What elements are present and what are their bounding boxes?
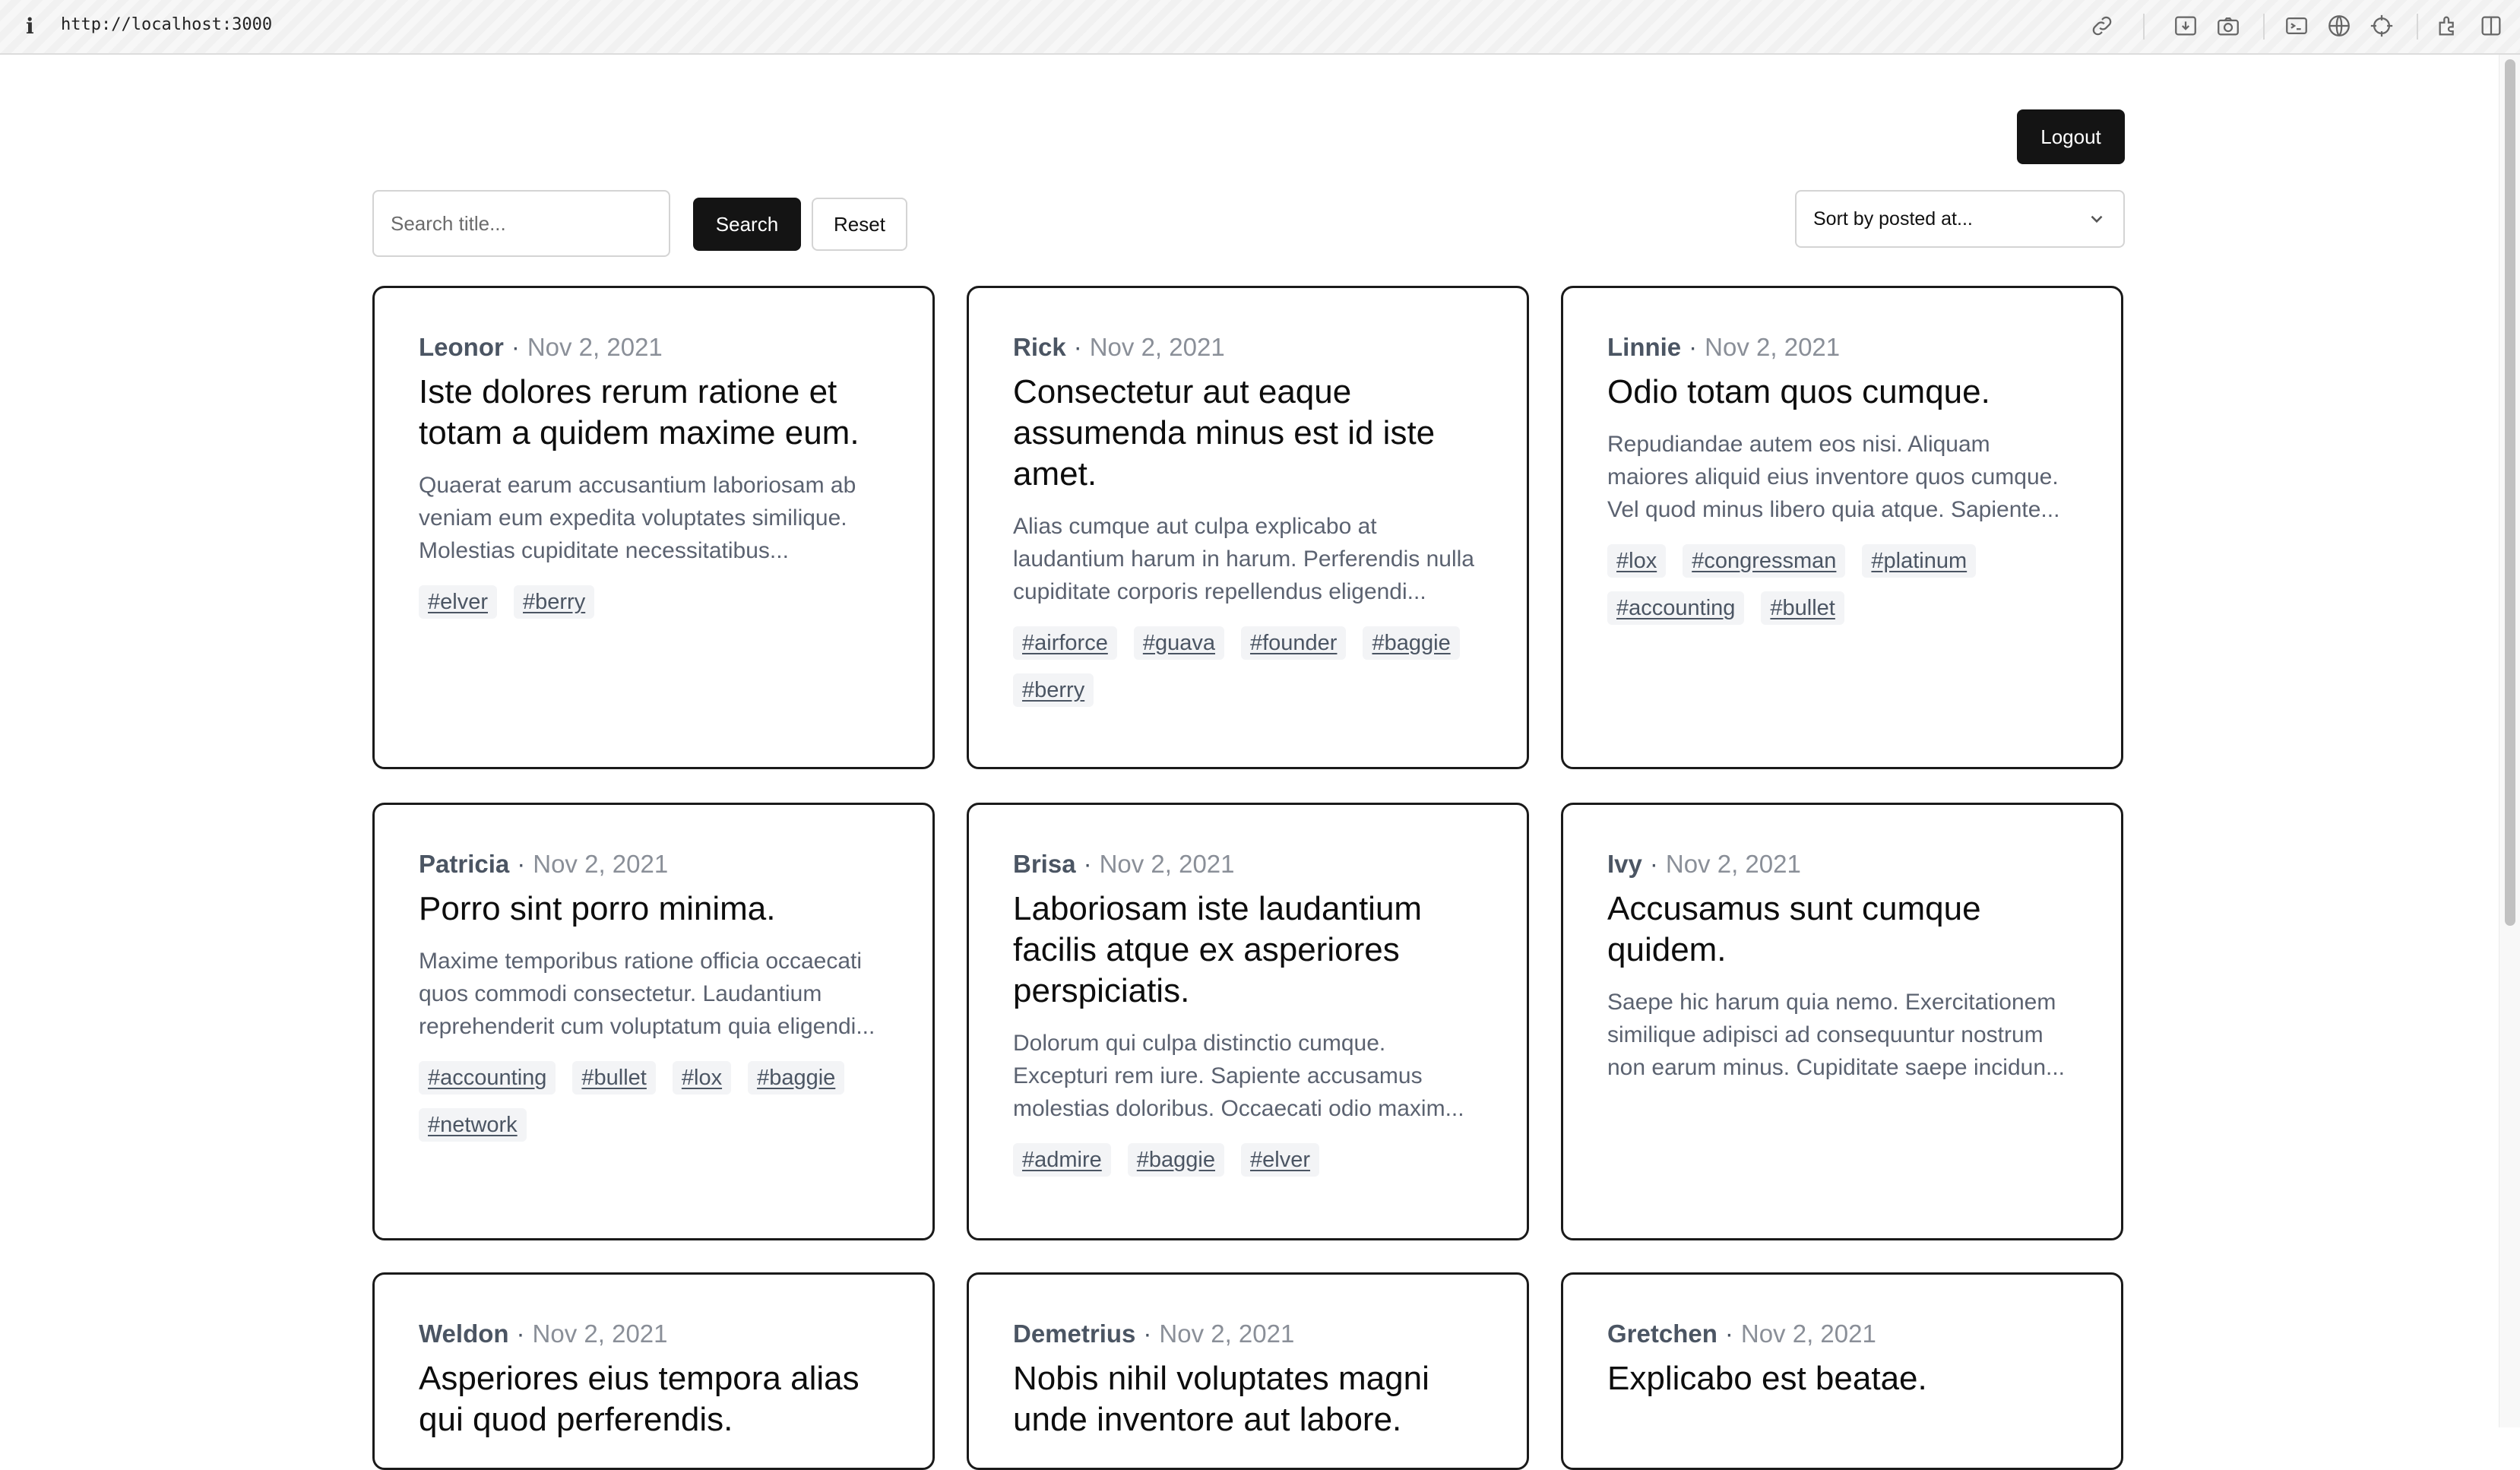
post-tag[interactable]: #berry xyxy=(514,585,595,619)
post-card[interactable]: Weldon · Nov 2, 2021 Asperiores eius tempo… xyxy=(372,1272,935,1470)
post-tag[interactable]: #guava xyxy=(1133,626,1224,660)
post-tags: #lox #congressman #platinum #accounting … xyxy=(1607,544,2077,625)
post-meta: Leonor · Nov 2, 2021 xyxy=(419,333,663,361)
post-tag[interactable]: #baggie xyxy=(748,1061,845,1095)
post-tag[interactable]: #lox xyxy=(672,1061,732,1095)
post-tag[interactable]: #baggie xyxy=(1363,626,1460,660)
toolbar-divider xyxy=(2263,14,2265,40)
post-tag[interactable]: #admire xyxy=(1013,1143,1111,1177)
post-date: Nov 2, 2021 xyxy=(1740,1320,1876,1348)
post-title[interactable]: Laboriosam iste laudantium facilis atque… xyxy=(1013,889,1483,1012)
post-author: Weldon xyxy=(419,1320,509,1348)
post-author: Ivy xyxy=(1607,850,1642,878)
post-card[interactable]: Patricia · Nov 2, 2021 Porro sint porro mi… xyxy=(372,803,935,1240)
post-tag[interactable]: #congressman xyxy=(1683,544,1846,578)
post-tags: #elver #berry xyxy=(419,585,888,619)
toolbar-divider xyxy=(2143,14,2145,40)
globe-icon[interactable] xyxy=(2324,11,2354,41)
post-card[interactable]: Rick · Nov 2, 2021 Consectetur aut eaque a… xyxy=(967,286,1529,769)
post-excerpt: Dolorum qui culpa distinctio cumque. Exc… xyxy=(1013,1031,1464,1121)
post-title[interactable]: Accusamus sunt cumque quidem. xyxy=(1607,889,2077,971)
post-author: Brisa xyxy=(1013,850,1076,878)
post-tag[interactable]: #accounting xyxy=(419,1061,556,1095)
post-date: Nov 2, 2021 xyxy=(527,333,663,361)
post-date: Nov 2, 2021 xyxy=(532,1320,668,1348)
reset-button[interactable]: Reset xyxy=(812,198,907,251)
post-title[interactable]: Iste dolores rerum ratione et totam a qu… xyxy=(419,372,888,454)
page-scrollbar[interactable] xyxy=(2499,55,2520,1427)
info-icon[interactable]: i xyxy=(26,14,34,39)
download-icon[interactable] xyxy=(2170,11,2201,41)
post-tag[interactable]: #network xyxy=(419,1108,527,1142)
post-meta: Rick · Nov 2, 2021 xyxy=(1013,333,1225,361)
post-date: Nov 2, 2021 xyxy=(1665,850,1801,878)
post-excerpt: Maxime temporibus ratione officia occaec… xyxy=(419,949,875,1039)
post-date: Nov 2, 2021 xyxy=(533,850,669,878)
post-card[interactable]: Brisa · Nov 2, 2021 Laboriosam iste laudan… xyxy=(967,803,1529,1240)
post-title[interactable]: Asperiores eius tempora alias qui quod p… xyxy=(419,1358,888,1440)
scrollbar-thumb[interactable] xyxy=(2505,59,2515,926)
post-card[interactable]: Gretchen · Nov 2, 2021 Explicabo est beata… xyxy=(1561,1272,2123,1470)
search-button[interactable]: Search xyxy=(693,198,801,251)
post-tag[interactable]: #berry xyxy=(1013,673,1094,707)
post-tag[interactable]: #platinum xyxy=(1862,544,1977,578)
post-tags: #accounting #bullet #lox #baggie #networ… xyxy=(419,1061,888,1142)
camera-icon[interactable] xyxy=(2213,11,2243,41)
link-icon[interactable] xyxy=(2087,11,2117,41)
address-bar-url[interactable]: http://localhost:3000 xyxy=(61,15,272,34)
post-tag[interactable]: #airforce xyxy=(1013,626,1117,660)
terminal-icon[interactable] xyxy=(2281,11,2312,41)
search-input[interactable] xyxy=(372,190,670,257)
post-card[interactable]: Leonor · Nov 2, 2021 Iste dolores rerum ra… xyxy=(372,286,935,769)
post-date: Nov 2, 2021 xyxy=(1159,1320,1295,1348)
post-title[interactable]: Consectetur aut eaque assumenda minus es… xyxy=(1013,372,1483,495)
toolbar-divider xyxy=(2417,14,2418,40)
post-title[interactable]: Porro sint porro minima. xyxy=(419,889,888,930)
post-tag[interactable]: #baggie xyxy=(1127,1143,1224,1177)
chevron-down-icon xyxy=(2091,215,2103,223)
post-meta: Weldon · Nov 2, 2021 xyxy=(419,1320,668,1348)
post-author: Leonor xyxy=(419,333,504,361)
post-author: Patricia xyxy=(419,850,510,878)
sort-select[interactable]: Sort by posted at... xyxy=(1795,190,2125,248)
post-title[interactable]: Odio totam quos cumque. xyxy=(1607,372,2077,413)
post-card[interactable]: Ivy · Nov 2, 2021 Accusamus sunt cumque qu… xyxy=(1561,803,2123,1240)
post-excerpt: Saepe hic harum quia nemo. Exercitatione… xyxy=(1607,990,2066,1080)
post-tags: #airforce #guava #founder #baggie #berry xyxy=(1013,626,1483,707)
post-tag[interactable]: #founder xyxy=(1240,626,1347,660)
post-excerpt: Alias cumque aut culpa explicabo at laud… xyxy=(1013,514,1474,604)
post-tag[interactable]: #bullet xyxy=(572,1061,656,1095)
post-meta: Demetrius · Nov 2, 2021 xyxy=(1013,1320,1295,1348)
crosshair-icon[interactable] xyxy=(2366,11,2397,41)
post-excerpt: Repudiandae autem eos nisi. Aliquam maio… xyxy=(1607,432,2060,522)
post-tag[interactable]: #elver xyxy=(419,585,497,619)
post-tags: #admire #baggie #elver xyxy=(1013,1143,1483,1177)
post-date: Nov 2, 2021 xyxy=(1089,333,1225,361)
post-card[interactable]: Demetrius · Nov 2, 2021 Nobis nihil volupt… xyxy=(967,1272,1529,1470)
browser-toolbar: i http://localhost:3000 xyxy=(0,0,2520,55)
post-tag[interactable]: #lox xyxy=(1607,544,1667,578)
post-meta: Ivy · Nov 2, 2021 xyxy=(1607,850,1801,878)
post-tag[interactable]: #accounting xyxy=(1607,591,1745,625)
post-tag[interactable]: #bullet xyxy=(1761,591,1844,625)
post-meta: Brisa · Nov 2, 2021 xyxy=(1013,850,1235,878)
post-date: Nov 2, 2021 xyxy=(1705,333,1841,361)
extensions-icon[interactable] xyxy=(2433,11,2464,41)
post-meta: Linnie · Nov 2, 2021 xyxy=(1607,333,1841,361)
logout-button[interactable]: Logout xyxy=(2017,109,2125,164)
post-author: Gretchen xyxy=(1607,1320,1717,1348)
post-title[interactable]: Explicabo est beatae. xyxy=(1607,1358,2077,1399)
post-date: Nov 2, 2021 xyxy=(1099,850,1235,878)
post-author: Linnie xyxy=(1607,333,1682,361)
sidebar-icon[interactable] xyxy=(2476,11,2506,41)
post-meta: Gretchen · Nov 2, 2021 xyxy=(1607,1320,1876,1348)
post-tag[interactable]: #elver xyxy=(1241,1143,1319,1177)
post-author: Demetrius xyxy=(1013,1320,1136,1348)
post-excerpt: Quaerat earum accusantium laboriosam ab … xyxy=(419,473,856,563)
post-author: Rick xyxy=(1013,333,1066,361)
post-meta: Patricia · Nov 2, 2021 xyxy=(419,850,669,878)
post-card[interactable]: Linnie · Nov 2, 2021 Odio totam quos cumqu… xyxy=(1561,286,2123,769)
sort-select-label: Sort by posted at... xyxy=(1813,208,1973,230)
post-title[interactable]: Nobis nihil voluptates magni unde invent… xyxy=(1013,1358,1483,1440)
